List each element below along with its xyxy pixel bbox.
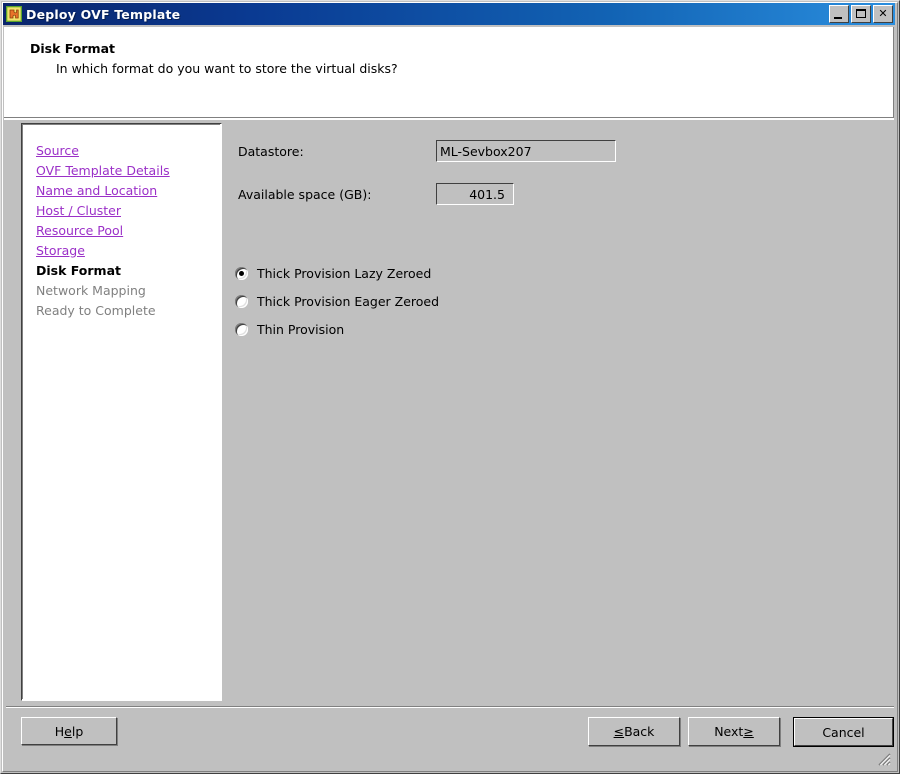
minimize-button[interactable] bbox=[829, 5, 849, 23]
radio-indicator-icon bbox=[235, 266, 248, 280]
sidebar-item-host-cluster[interactable]: Host / Cluster bbox=[36, 201, 220, 221]
window-controls: ✕ bbox=[829, 5, 893, 23]
sidebar-item-storage[interactable]: Storage bbox=[36, 241, 220, 261]
back-button-mnemonic: ≤ bbox=[613, 724, 625, 739]
sidebar-item-name-and-location[interactable]: Name and Location bbox=[36, 181, 220, 201]
ovf-template-icon bbox=[5, 5, 23, 23]
sidebar-item-ovf-template-details[interactable]: OVF Template Details bbox=[36, 161, 220, 181]
disk-format-pane: Datastore: ML-Sevbox207 Available space … bbox=[223, 123, 894, 701]
next-button[interactable]: Next ≥ bbox=[688, 717, 780, 746]
page-header: Disk Format In which format do you want … bbox=[4, 27, 894, 118]
help-button-label-after: lp bbox=[71, 723, 84, 739]
radio-thin-provision[interactable]: Thin Provision bbox=[235, 315, 439, 343]
back-button-label: Back bbox=[624, 724, 655, 739]
back-button[interactable]: ≤ Back bbox=[588, 717, 680, 746]
sidebar-item-resource-pool[interactable]: Resource Pool bbox=[36, 221, 220, 241]
next-button-mnemonic: ≥ bbox=[743, 724, 754, 739]
window-title: Deploy OVF Template bbox=[26, 6, 181, 22]
radio-label: Thick Provision Lazy Zeroed bbox=[257, 265, 432, 281]
deploy-ovf-template-window: Deploy OVF Template ✕ Disk Format In whi… bbox=[0, 0, 900, 774]
available-space-row: Available space (GB): 401.5 bbox=[238, 183, 514, 205]
sidebar-item-disk-format: Disk Format bbox=[36, 263, 121, 278]
page-subtitle: In which format do you want to store the… bbox=[56, 61, 398, 76]
datastore-field[interactable]: ML-Sevbox207 bbox=[436, 140, 616, 162]
available-space-label: Available space (GB): bbox=[238, 186, 372, 202]
dialog-footer: He lp ≤ Back Next ≥ Cancel bbox=[4, 709, 894, 769]
available-space-field: 401.5 bbox=[436, 183, 514, 205]
radio-thick-provision-lazy-zeroed[interactable]: Thick Provision Lazy Zeroed bbox=[235, 259, 439, 287]
help-button-mnemonic: e bbox=[64, 723, 72, 739]
resize-grip-icon[interactable] bbox=[877, 752, 891, 766]
next-button-label: Next bbox=[714, 724, 744, 739]
maximize-button[interactable] bbox=[851, 5, 871, 23]
help-button[interactable]: He lp bbox=[21, 717, 117, 745]
sidebar-item-ready-to-complete: Ready to Complete bbox=[36, 303, 156, 318]
footer-separator bbox=[6, 706, 894, 708]
page-title: Disk Format bbox=[30, 41, 115, 56]
datastore-label: Datastore: bbox=[238, 143, 304, 159]
wizard-step-list-inner: Source OVF Template Details Name and Loc… bbox=[22, 124, 220, 699]
radio-label: Thick Provision Eager Zeroed bbox=[257, 293, 440, 309]
wizard-step-list: Source OVF Template Details Name and Loc… bbox=[21, 123, 222, 701]
radio-label: Thin Provision bbox=[257, 321, 345, 337]
sidebar-item-source[interactable]: Source bbox=[36, 141, 220, 161]
disk-format-radio-group: Thick Provision Lazy Zeroed Thick Provis… bbox=[235, 259, 439, 343]
close-button[interactable]: ✕ bbox=[873, 5, 893, 23]
datastore-row: Datastore: ML-Sevbox207 bbox=[238, 140, 616, 162]
cancel-button-label: Cancel bbox=[822, 724, 865, 740]
title-bar[interactable]: Deploy OVF Template ✕ bbox=[3, 3, 895, 25]
radio-indicator-icon bbox=[235, 322, 248, 336]
sidebar-item-network-mapping: Network Mapping bbox=[36, 283, 146, 298]
radio-thick-provision-eager-zeroed[interactable]: Thick Provision Eager Zeroed bbox=[235, 287, 439, 315]
dialog-body: Source OVF Template Details Name and Loc… bbox=[4, 120, 894, 704]
cancel-button[interactable]: Cancel bbox=[793, 717, 894, 747]
radio-indicator-icon bbox=[235, 294, 248, 308]
help-button-label-before: H bbox=[54, 723, 65, 739]
